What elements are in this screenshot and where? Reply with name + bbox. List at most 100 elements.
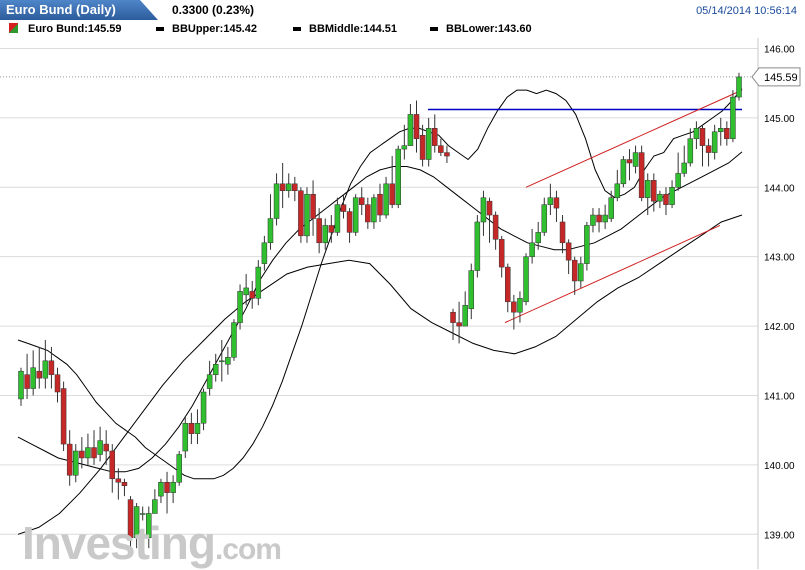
candle-body [578,263,584,282]
candle [255,260,262,306]
candle-body [267,218,274,244]
candle-body [109,450,116,480]
candle [66,430,73,486]
candle-body [407,114,414,146]
candle-body [358,197,365,205]
candle [553,190,560,222]
candle-body [219,360,225,363]
candle [225,346,231,375]
candle [36,346,43,389]
candle [121,478,128,497]
candle-body [638,152,645,198]
candle [279,162,286,209]
legend-bb-middle: BBMiddle:144.51 [293,23,397,35]
candle-body [687,138,694,164]
candle [194,409,201,445]
candle-body [79,450,85,459]
candle [632,145,639,174]
candle [450,308,456,340]
last-price-marker: 145.59 [751,67,801,87]
candle-body [255,266,262,299]
candle [565,239,572,275]
chart-header: Euro Bund (Daily) 0.3300 (0.23%) 05/14/2… [0,0,805,20]
legend-line-icon [156,27,164,32]
candle-body [170,481,176,493]
candle [462,291,468,327]
candle [578,256,584,288]
candle [511,294,517,330]
candle-body [200,391,207,424]
candle-body [626,159,633,164]
candle-body [121,481,128,486]
candle-body [194,423,201,434]
candle [170,475,176,504]
candle [498,235,505,278]
candle [176,451,182,486]
candle-body [596,214,602,223]
candle-body [529,242,535,257]
y-tick-label: 143.00 [764,253,795,264]
candle [261,235,268,271]
candle-body [383,183,389,216]
candle [54,367,61,403]
candle [164,471,170,514]
candle-body [693,128,700,139]
candle-body [541,204,548,233]
candle-body [310,193,316,219]
candle [602,204,608,229]
candle [608,190,614,222]
candle-body [486,200,493,216]
candle [322,218,328,250]
candle-body [371,197,377,223]
candle [377,183,383,222]
candle [267,194,274,250]
price-chart[interactable]: 146.00 145.00 144.00 143.00 142.00 141.00 140.… [0,38,805,569]
candle [444,145,450,163]
candle [505,263,511,313]
candle-body [85,447,91,459]
candle-body [18,370,24,400]
candle-body [651,180,657,202]
candle-body [48,360,55,375]
candle-body [279,183,286,191]
candle [468,263,475,320]
candle [42,339,49,389]
candle-body [425,128,432,160]
candle-body [498,239,505,268]
candle-body [736,76,742,98]
candle-body [176,454,182,483]
candle-body [285,183,292,191]
bb-lower-line [17,214,743,535]
candle-body [377,193,383,216]
candle-body [152,499,158,514]
candle [590,208,596,233]
candle-body [669,187,675,205]
candle [292,176,298,202]
candle-body [273,183,280,219]
candle [407,103,414,146]
candle-body [535,232,541,244]
candle-body [91,447,97,459]
candle [97,426,103,462]
candle [547,183,554,216]
candle-body [115,478,122,483]
candle-body [66,443,73,476]
candle [273,173,280,226]
y-tick-label: 142.00 [764,322,795,333]
investing-logo: Investing.com [22,517,282,569]
candle-body [352,197,359,233]
candle-body [711,131,718,153]
candle [249,280,255,309]
candle-body [395,148,402,205]
price-axis: 146.00 145.00 144.00 143.00 142.00 141.00 140.… [764,44,795,541]
candle [693,121,700,150]
candle-body [340,204,347,212]
candle [371,194,377,229]
candle [523,253,529,306]
trend-annotations [428,89,743,324]
candle-body [590,214,596,226]
candle-body [212,364,219,375]
candle-body [103,443,109,452]
candle-body [243,287,249,296]
candle [152,489,158,514]
